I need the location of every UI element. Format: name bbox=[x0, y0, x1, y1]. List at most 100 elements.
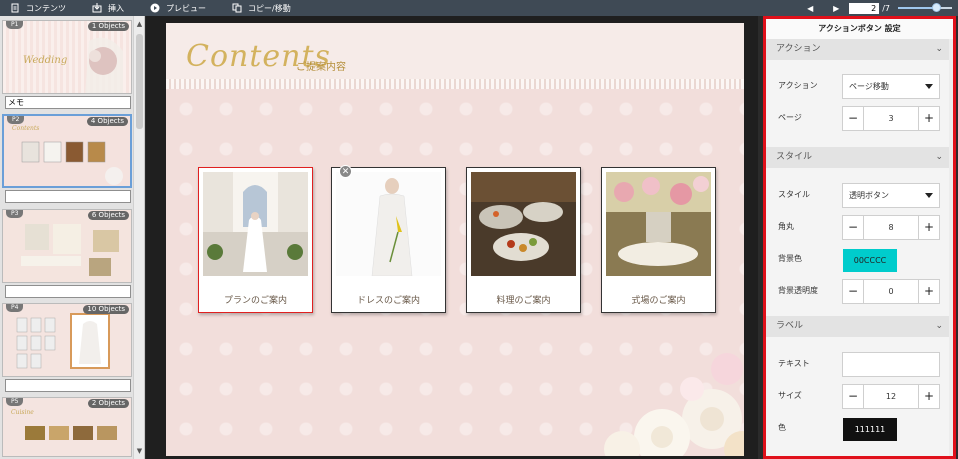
action-label: アクション bbox=[778, 81, 818, 90]
card-caption: 式場のご案内 bbox=[631, 296, 686, 306]
decrement-button[interactable]: − bbox=[843, 107, 863, 130]
section-action-header[interactable]: アクション ⌄ bbox=[766, 39, 953, 60]
action-button-cuisine[interactable]: 料理のご案内 bbox=[466, 167, 581, 313]
scroll-up-icon[interactable]: ▲ bbox=[134, 18, 144, 30]
section-style-header[interactable]: スタイル ⌄ bbox=[766, 147, 953, 168]
color-swatch[interactable]: 111111 bbox=[843, 418, 897, 441]
action-button-settings-panel: アクションボタン 設定 アクション ⌄ アクション ページ移動 ページ − 3 … bbox=[763, 16, 956, 459]
insert-icon bbox=[92, 3, 102, 13]
action-button-venue[interactable]: 式場のご案内 bbox=[601, 167, 716, 313]
size-row: サイズ − 12 + bbox=[766, 380, 953, 412]
thumbnail-preview: Wedding bbox=[3, 21, 131, 93]
remove-object-icon[interactable]: ✕ bbox=[339, 165, 352, 178]
chevron-down-icon[interactable]: ⌄ bbox=[935, 39, 943, 60]
thumbnail-card[interactable]: Cuisine P5 2 Objects bbox=[2, 397, 132, 457]
bg-opacity-row: 背景透明度 − 0 + bbox=[766, 275, 953, 307]
preview-menu-button[interactable]: プレビュー bbox=[144, 0, 212, 16]
thumbnail-page-5[interactable]: Cuisine P5 2 Objects bbox=[2, 397, 132, 457]
page-stepper[interactable]: − 3 + bbox=[842, 106, 940, 131]
editor-canvas: Contents ご提案内容 プランのご案内 ドレスのご案内 料理のご案内 式場… bbox=[146, 16, 758, 459]
size-value[interactable]: 12 bbox=[863, 385, 919, 408]
section-title: スタイル bbox=[776, 152, 813, 162]
color-label: 色 bbox=[778, 423, 786, 432]
next-page-icon[interactable]: ▶ bbox=[829, 0, 843, 16]
section-title: アクション bbox=[776, 44, 821, 54]
style-select[interactable]: 透明ボタン bbox=[842, 183, 940, 208]
svg-text:Cuisine: Cuisine bbox=[11, 409, 34, 416]
thumbnail-card-selected[interactable]: Contents P2 4 Objects bbox=[2, 114, 132, 188]
objects-badge: 4 Objects bbox=[86, 117, 128, 126]
text-label: テキスト bbox=[778, 359, 810, 368]
radius-stepper[interactable]: − 8 + bbox=[842, 215, 940, 240]
action-button-dress[interactable]: ドレスのご案内 bbox=[331, 167, 446, 313]
page-badge: P4 bbox=[6, 304, 24, 312]
thumbnail-card[interactable]: P4 10 Objects bbox=[2, 303, 132, 377]
thumbnail-page-3[interactable]: P3 6 Objects bbox=[2, 209, 132, 298]
current-page-input[interactable]: 2 bbox=[849, 2, 880, 14]
card-caption: プランのご案内 bbox=[223, 296, 287, 306]
contents-menu-button[interactable]: コンテンツ bbox=[4, 0, 72, 16]
section-title: ラベル bbox=[776, 321, 804, 331]
action-select[interactable]: ページ移動 bbox=[842, 74, 940, 99]
radius-label: 角丸 bbox=[778, 222, 794, 231]
contents-label: コンテンツ bbox=[26, 3, 66, 13]
panel-scrollbar[interactable] bbox=[949, 39, 953, 456]
slide-page: Contents ご提案内容 プランのご案内 ドレスのご案内 料理のご案内 式場… bbox=[166, 23, 744, 456]
thumbnail-scrollbar[interactable]: ▲ ▼ bbox=[133, 16, 144, 459]
section-label-header[interactable]: ラベル ⌄ bbox=[766, 316, 953, 337]
thumbnail-card[interactable]: P3 6 Objects bbox=[2, 209, 132, 283]
thumbnail-card[interactable]: Wedding P1 1 Objects bbox=[2, 20, 132, 94]
page-value[interactable]: 3 bbox=[863, 107, 919, 130]
memo-field[interactable] bbox=[5, 379, 131, 392]
zoom-slider-knob[interactable] bbox=[931, 3, 941, 12]
memo-field[interactable] bbox=[5, 190, 131, 203]
page-badge: P5 bbox=[6, 398, 24, 406]
page-row: ページ − 3 + bbox=[766, 102, 953, 134]
chevron-down-icon[interactable]: ⌄ bbox=[935, 316, 943, 337]
prev-page-icon[interactable]: ◀ bbox=[803, 0, 817, 16]
style-label: スタイル bbox=[778, 190, 810, 199]
thumbnail-page-1[interactable]: Wedding P1 1 Objects メモ bbox=[2, 20, 132, 109]
action-button-plan[interactable]: プランのご案内 bbox=[198, 167, 313, 313]
style-select-value: 透明ボタン bbox=[849, 191, 889, 200]
svg-text:Contents: Contents bbox=[12, 125, 39, 132]
text-input[interactable] bbox=[842, 352, 940, 377]
bgcolor-swatch[interactable]: 00CCCC bbox=[843, 249, 897, 272]
memo-field[interactable] bbox=[5, 285, 131, 298]
thumbnail-page-2[interactable]: Contents P2 4 Objects bbox=[2, 114, 132, 203]
increment-button[interactable]: + bbox=[919, 216, 939, 239]
insert-menu-button[interactable]: 挿入 bbox=[86, 0, 130, 16]
page-badge: P2 bbox=[7, 116, 25, 124]
bg-opacity-value[interactable]: 0 bbox=[863, 280, 919, 303]
decrement-button[interactable]: − bbox=[843, 216, 863, 239]
svg-text:Wedding: Wedding bbox=[23, 55, 67, 66]
lace-border bbox=[166, 79, 744, 89]
increment-button[interactable]: + bbox=[919, 107, 939, 130]
venue-photo bbox=[606, 172, 711, 276]
cuisine-photo bbox=[471, 172, 576, 276]
action-row: アクション ページ移動 bbox=[766, 70, 953, 102]
thumbnail-page-4[interactable]: P4 10 Objects bbox=[2, 303, 132, 392]
memo-field[interactable]: メモ bbox=[5, 96, 131, 109]
scroll-down-icon[interactable]: ▼ bbox=[134, 445, 144, 457]
chevron-down-icon[interactable]: ⌄ bbox=[935, 147, 943, 168]
page-label: ページ bbox=[778, 113, 802, 122]
decrement-button[interactable]: − bbox=[843, 385, 863, 408]
copy-move-menu-button[interactable]: コピー/移動 bbox=[226, 0, 297, 16]
bgcolor-label: 背景色 bbox=[778, 254, 802, 263]
objects-badge: 10 Objects bbox=[83, 305, 129, 314]
card-caption: ドレスのご案内 bbox=[356, 296, 420, 306]
thumbnail-preview bbox=[3, 210, 131, 282]
decrement-button[interactable]: − bbox=[843, 280, 863, 303]
zoom-slider[interactable] bbox=[898, 0, 952, 16]
document-icon bbox=[11, 3, 19, 13]
scrollbar-thumb[interactable] bbox=[136, 34, 143, 129]
bg-opacity-stepper[interactable]: − 0 + bbox=[842, 279, 940, 304]
size-stepper[interactable]: − 12 + bbox=[842, 384, 940, 409]
dropdown-caret-icon bbox=[925, 84, 933, 89]
color-row: 色 111111 bbox=[766, 412, 953, 444]
increment-button[interactable]: + bbox=[919, 280, 939, 303]
increment-button[interactable]: + bbox=[919, 385, 939, 408]
panel-title: アクションボタン 設定 bbox=[766, 19, 953, 39]
radius-value[interactable]: 8 bbox=[863, 216, 919, 239]
